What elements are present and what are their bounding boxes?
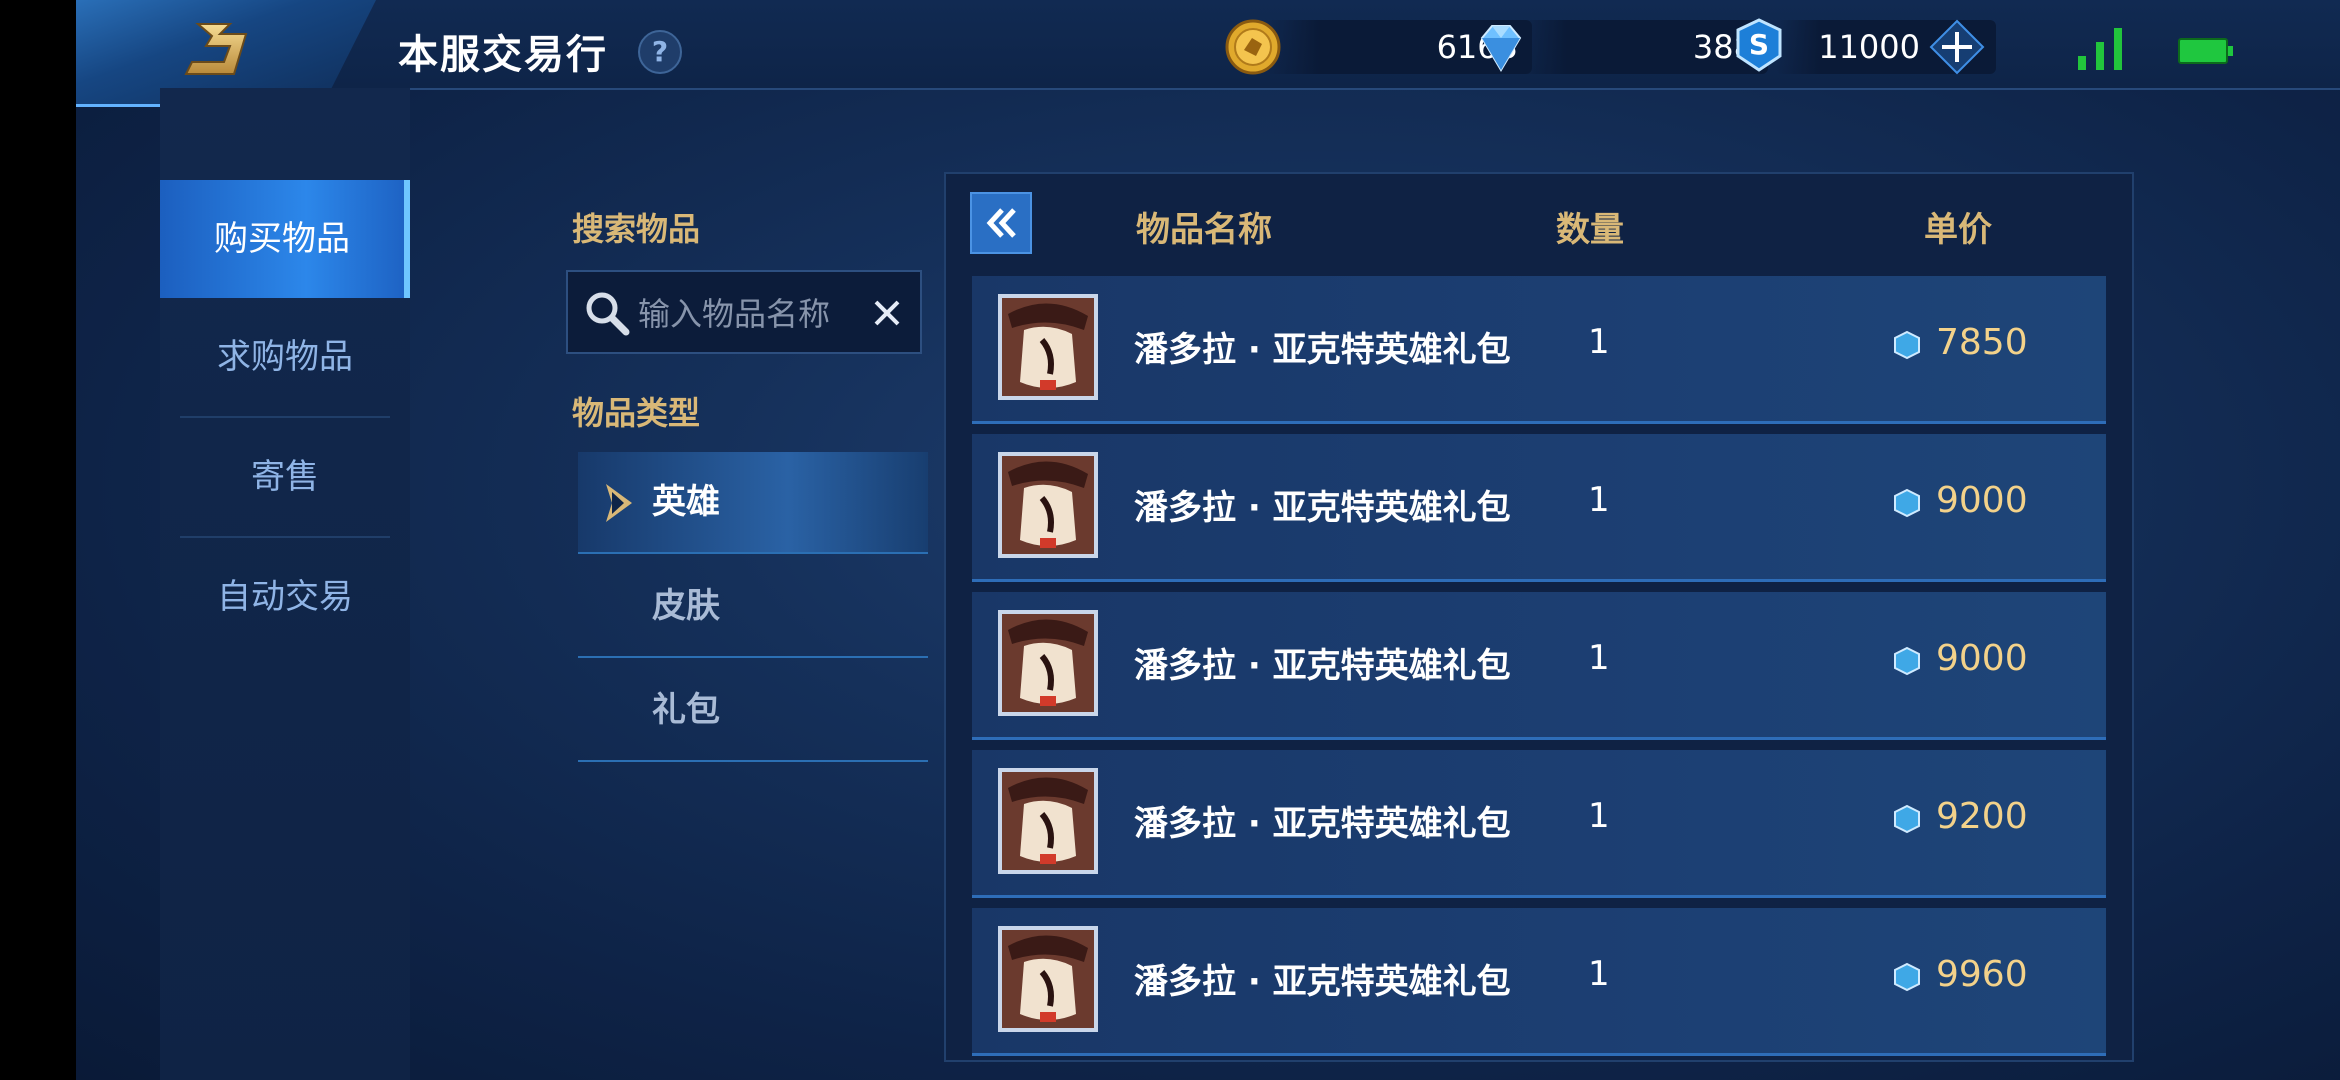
table-row[interactable]: 潘多拉 · 亚克特英雄礼包 1 9200 — [972, 750, 2106, 898]
search-input[interactable] — [636, 286, 850, 342]
collapse-button[interactable] — [970, 192, 1032, 254]
category-skin[interactable]: 皮肤 — [578, 556, 928, 658]
item-name: 潘多拉 · 亚克特英雄礼包 — [1134, 488, 1511, 528]
voucher-icon: S — [1736, 18, 1782, 72]
voucher-icon — [1894, 804, 1920, 834]
search-icon — [586, 292, 630, 336]
category-label: 礼包 — [652, 690, 720, 730]
signal-icon — [2078, 28, 2122, 70]
item-quantity: 1 — [1588, 796, 1610, 836]
table-row[interactable]: 潘多拉 · 亚克特英雄礼包 1 9000 — [972, 592, 2106, 740]
voucher-icon — [1894, 646, 1920, 676]
voucher-icon — [1894, 962, 1920, 992]
item-thumbnail — [998, 610, 1098, 716]
trading-screen: 本服交易行 ? 6163 388 11000 S 购买物品 求购物品 寄售 自动… — [76, 0, 2340, 1080]
column-header-quantity: 数量 — [1556, 210, 1624, 250]
item-price: 9200 — [1936, 796, 2028, 837]
category-label: 英雄 — [652, 482, 720, 522]
close-icon[interactable] — [870, 296, 904, 330]
sidebar-item-label: 购买物品 — [214, 219, 350, 259]
back-icon — [184, 23, 248, 75]
sidebar-item-label: 寄售 — [251, 457, 319, 497]
item-price: 9000 — [1936, 638, 2028, 679]
voucher-icon — [1894, 488, 1920, 518]
item-quantity: 1 — [1588, 480, 1610, 520]
item-name: 潘多拉 · 亚克特英雄礼包 — [1134, 962, 1511, 1002]
item-quantity: 1 — [1588, 322, 1610, 362]
item-thumbnail — [998, 294, 1098, 400]
item-price: 9000 — [1936, 480, 2028, 521]
item-name: 潘多拉 · 亚克特英雄礼包 — [1134, 804, 1511, 844]
table-row[interactable]: 潘多拉 · 亚克特英雄礼包 1 9960 — [972, 908, 2106, 1056]
page-title: 本服交易行 — [398, 32, 608, 78]
search-label: 搜索物品 — [572, 210, 701, 248]
table-row[interactable]: 潘多拉 · 亚克特英雄礼包 1 7850 — [972, 276, 2106, 424]
add-currency-button[interactable] — [1928, 18, 1986, 76]
column-header-name: 物品名称 — [1136, 210, 1272, 250]
diamond-icon — [1480, 25, 1522, 72]
item-thumbnail — [998, 926, 1098, 1032]
battery-icon — [2178, 38, 2233, 64]
sidebar-item-auto-trade[interactable]: 自动交易 — [160, 538, 410, 656]
item-thumbnail — [998, 768, 1098, 874]
table-row[interactable]: 潘多拉 · 亚克特英雄礼包 1 9000 — [972, 434, 2106, 582]
category-bundle[interactable]: 礼包 — [578, 660, 928, 762]
voucher-icon — [1894, 330, 1920, 360]
item-quantity: 1 — [1588, 954, 1610, 994]
item-price: 9960 — [1936, 954, 2028, 995]
item-quantity: 1 — [1588, 638, 1610, 678]
sidebar-item-buy[interactable]: 购买物品 — [160, 180, 410, 298]
item-thumbnail — [998, 452, 1098, 558]
item-name: 潘多拉 · 亚克特英雄礼包 — [1134, 330, 1511, 370]
voucher-amount: 11000 — [1818, 28, 1920, 66]
help-icon[interactable]: ? — [638, 30, 682, 74]
type-label: 物品类型 — [572, 394, 701, 432]
svg-text:S: S — [1749, 28, 1769, 61]
item-price: 7850 — [1936, 322, 2028, 363]
sidebar-item-label: 求购物品 — [217, 337, 353, 377]
coin-icon — [1225, 19, 1281, 75]
sidebar-item-label: 自动交易 — [217, 577, 353, 617]
double-chevron-left-icon — [986, 208, 1016, 238]
chevron-right-icon — [606, 484, 632, 522]
column-header-price: 单价 — [1924, 210, 1992, 250]
item-name: 潘多拉 · 亚克特英雄礼包 — [1134, 646, 1511, 686]
category-label: 皮肤 — [652, 586, 720, 626]
sidebar-item-consign[interactable]: 寄售 — [160, 418, 410, 536]
category-hero[interactable]: 英雄 — [578, 452, 928, 554]
search-box — [566, 270, 922, 354]
screen-edge — [0, 0, 76, 1080]
sidebar: 购买物品 求购物品 寄售 自动交易 — [160, 88, 410, 1080]
sidebar-item-request[interactable]: 求购物品 — [160, 298, 410, 416]
